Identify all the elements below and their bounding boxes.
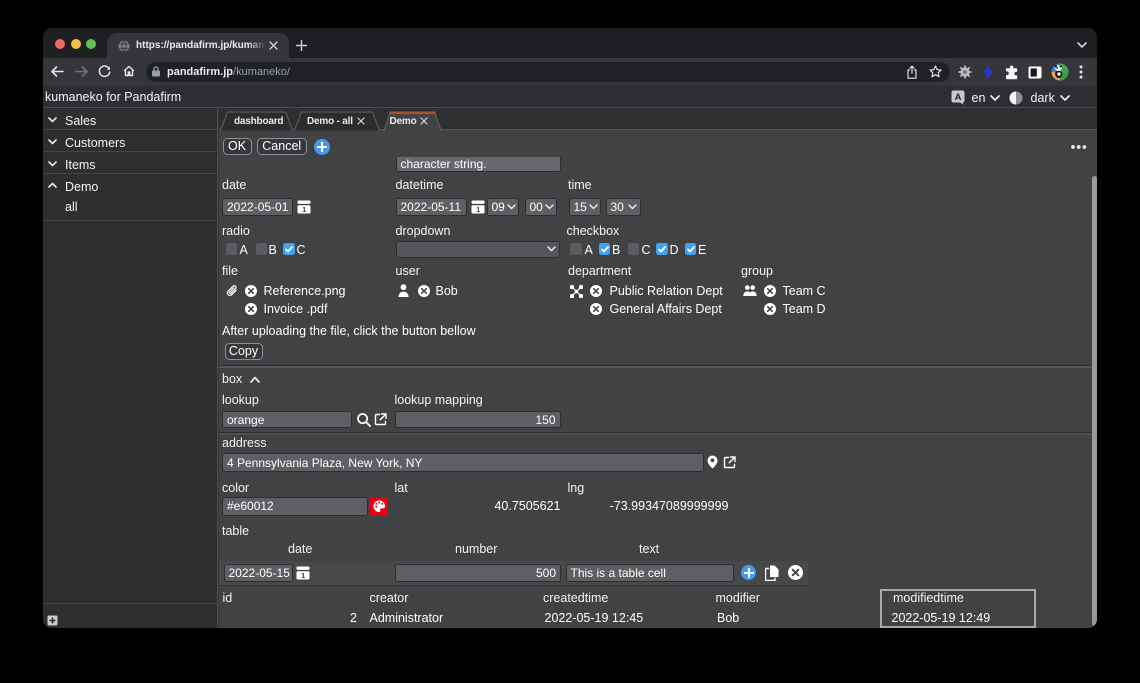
svg-text:1: 1 (301, 571, 305, 580)
svg-text:1: 1 (302, 205, 306, 214)
svg-text:A: A (955, 92, 962, 103)
svg-text:1: 1 (476, 205, 480, 214)
